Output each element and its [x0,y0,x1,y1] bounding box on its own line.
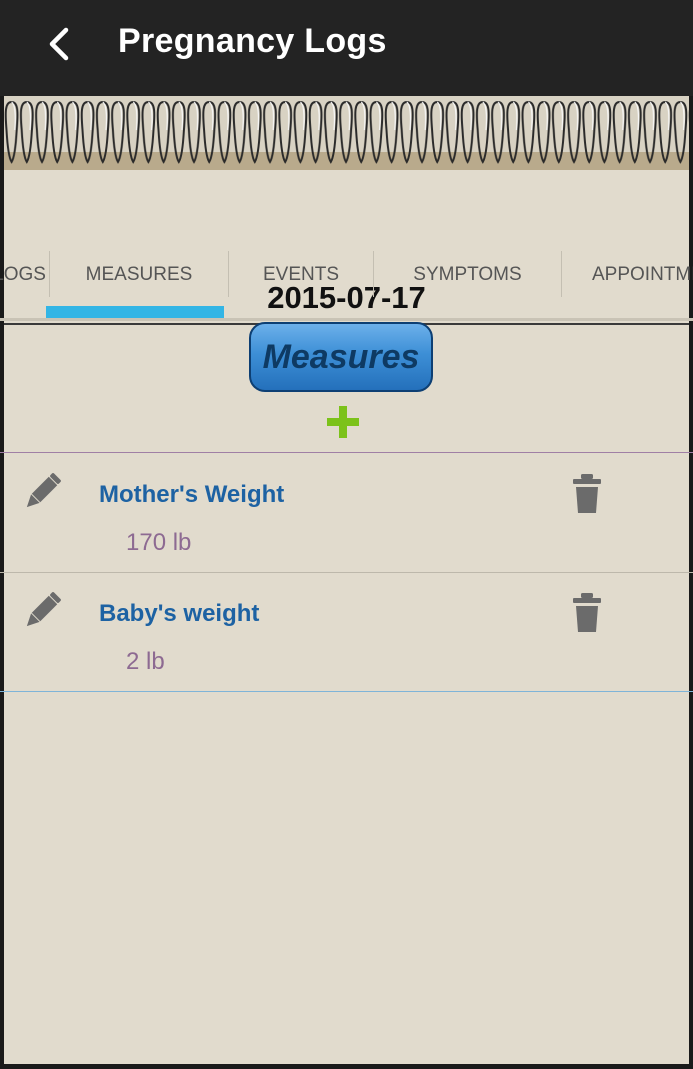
pencil-icon[interactable] [18,589,64,635]
tab-bar: LOGS MEASURES EVENTS SYMPTOMS APPOINTMEN… [0,229,693,319]
spiral-binding [4,96,689,170]
back-chevron-icon[interactable] [40,24,80,64]
app-header: Pregnancy Logs [0,0,693,96]
tab-logs[interactable]: LOGS [0,229,46,319]
measure-value: 2 lb [126,648,165,675]
trash-icon[interactable] [570,473,604,515]
tab-symptoms-label: SYMPTOMS [413,264,522,285]
measures-section-button[interactable]: Measures [249,322,433,392]
tab-appointments-label: APPOINTMENTS [592,264,693,285]
tab-bar-divider [0,318,693,321]
page-title: Pregnancy Logs [118,22,387,60]
pencil-icon[interactable] [18,470,64,516]
row-divider [0,572,693,573]
tab-appointments[interactable]: APPOINTMENTS [562,229,693,319]
tab-events[interactable]: EVENTS [229,229,373,319]
tab-symptoms[interactable]: SYMPTOMS [374,229,561,319]
measure-value: 170 lb [126,529,192,556]
tab-events-label: EVENTS [262,264,340,285]
trash-icon[interactable] [570,592,604,634]
list-bottom-divider [0,691,693,692]
add-measure-icon[interactable] [326,405,360,439]
tab-measures-label: MEASURES [85,264,193,285]
measure-name[interactable]: Mother's Weight [99,481,284,509]
measure-name[interactable]: Baby's weight [99,600,259,628]
tab-logs-label: LOGS [0,264,46,285]
list-top-divider [0,452,693,453]
